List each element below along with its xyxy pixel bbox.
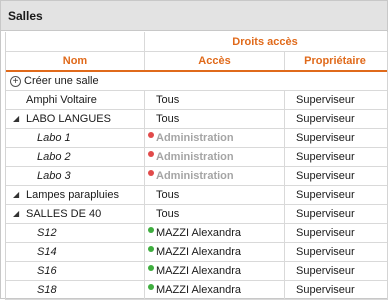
room-name: Labo 1: [6, 129, 145, 147]
room-access: Administration: [156, 132, 234, 144]
collapse-triangle-icon[interactable]: ◢: [13, 205, 26, 223]
create-row: + Créer une salle: [6, 72, 387, 91]
table-row[interactable]: ◢ SALLES DE 40 Tous Superviseur: [6, 205, 387, 224]
table-row[interactable]: S18 MAZZI Alexandra Superviseur: [6, 281, 387, 300]
red-dot-icon: [148, 132, 154, 138]
room-access: MAZZI Alexandra: [156, 227, 241, 239]
room-owner: Superviseur: [296, 132, 355, 144]
room-name: S12: [6, 224, 145, 242]
room-access: Tous: [156, 208, 180, 220]
header-spacer: [6, 32, 145, 51]
room-owner: Superviseur: [296, 113, 355, 125]
room-owner: Superviseur: [296, 170, 355, 182]
room-access: Administration: [156, 151, 234, 163]
collapse-triangle-icon[interactable]: ◢: [13, 186, 26, 204]
room-owner: Superviseur: [296, 227, 355, 239]
rooms-table: Droits accès Nom Accès Propriétaire + Cr…: [5, 32, 388, 300]
table-row[interactable]: S12 MAZZI Alexandra Superviseur: [6, 224, 387, 243]
room-name: Labo 2: [6, 148, 145, 166]
room-name: Amphi Voltaire: [6, 91, 145, 109]
red-dot-icon: [148, 151, 154, 157]
room-name: Labo 3: [6, 167, 145, 185]
plus-circle-icon: +: [10, 75, 21, 87]
table-row[interactable]: ◢ LABO LANGUES Tous Superviseur: [6, 110, 387, 129]
table-row[interactable]: ◢ Lampes parapluies Tous Superviseur: [6, 186, 387, 205]
create-room-label: Créer une salle: [24, 75, 99, 87]
room-group-name: SALLES DE 40: [26, 208, 102, 220]
room-owner: Superviseur: [296, 151, 355, 163]
room-owner: Superviseur: [296, 208, 355, 220]
room-access: Administration: [156, 170, 234, 182]
group-header-access-rights: Droits accès: [232, 36, 298, 48]
room-access: Tous: [156, 189, 180, 201]
column-header-access[interactable]: Accès: [145, 52, 285, 70]
room-group-name: Lampes parapluies: [26, 189, 119, 201]
red-dot-icon: [148, 170, 154, 176]
collapse-triangle-icon[interactable]: ◢: [13, 110, 26, 128]
room-access: MAZZI Alexandra: [156, 246, 241, 258]
table-row[interactable]: Labo 2 Administration Superviseur: [6, 148, 387, 167]
group-header-row: Droits accès: [6, 32, 387, 52]
create-room-button[interactable]: + Créer une salle: [6, 72, 385, 90]
room-name: S16: [6, 262, 145, 280]
room-owner: Superviseur: [296, 246, 355, 258]
room-access: MAZZI Alexandra: [156, 265, 241, 277]
room-access: Tous: [156, 113, 180, 125]
green-dot-icon: [148, 227, 154, 233]
room-access: MAZZI Alexandra: [156, 284, 241, 296]
green-dot-icon: [148, 265, 154, 271]
room-name: S18: [6, 281, 145, 299]
panel-title: Salles: [1, 1, 387, 31]
table-row[interactable]: Labo 3 Administration Superviseur: [6, 167, 387, 186]
room-owner: Superviseur: [296, 265, 355, 277]
room-name: S14: [6, 243, 145, 261]
table-row[interactable]: S14 MAZZI Alexandra Superviseur: [6, 243, 387, 262]
room-owner: Superviseur: [296, 284, 355, 296]
column-header-name[interactable]: Nom: [6, 52, 145, 70]
room-group-name: LABO LANGUES: [26, 113, 111, 125]
table-row[interactable]: S16 MAZZI Alexandra Superviseur: [6, 262, 387, 281]
column-header-owner[interactable]: Propriétaire: [285, 52, 385, 70]
table-row[interactable]: Labo 1 Administration Superviseur: [6, 129, 387, 148]
room-owner: Superviseur: [296, 94, 355, 106]
room-owner: Superviseur: [296, 189, 355, 201]
table-row[interactable]: Amphi Voltaire Tous Superviseur: [6, 91, 387, 110]
green-dot-icon: [148, 284, 154, 290]
rooms-panel: Salles Droits accès Nom Accès Propriétai…: [0, 0, 388, 300]
column-header-row: Nom Accès Propriétaire: [6, 52, 387, 72]
room-access: Tous: [156, 94, 180, 106]
green-dot-icon: [148, 246, 154, 252]
